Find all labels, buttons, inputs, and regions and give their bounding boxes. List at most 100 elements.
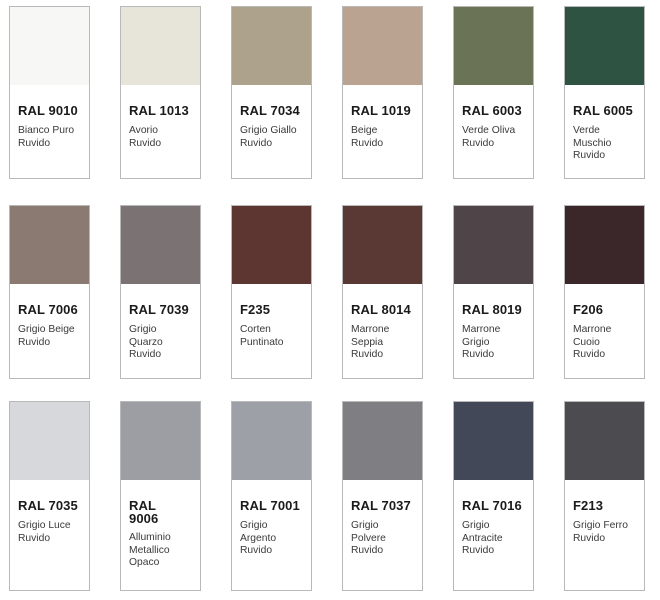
color-card[interactable]: RAL 9010 Bianco Puro Ruvido	[9, 6, 90, 179]
color-code: RAL 8014	[351, 302, 411, 317]
color-name: Grigio Giallo Ruvido	[240, 125, 312, 150]
color-card[interactable]: RAL 7006 Grigio Beige Ruvido	[9, 205, 90, 379]
color-name: Grigio Luce Ruvido	[18, 520, 90, 545]
color-code: RAL 7001	[240, 498, 300, 513]
color-swatch	[10, 206, 89, 284]
color-name: Marrone Seppia Ruvido	[351, 324, 423, 362]
color-name-line: Cuoio	[573, 336, 600, 348]
color-swatch	[10, 7, 89, 85]
color-swatch	[121, 7, 200, 85]
color-card[interactable]: RAL 1013 Avorio Ruvido	[120, 6, 201, 179]
color-card[interactable]: F235 Corten Puntinato	[231, 205, 312, 379]
color-name: Beige Ruvido	[351, 125, 423, 150]
color-name-line: Ruvido	[18, 137, 51, 149]
color-code: RAL 7034	[240, 103, 300, 118]
color-code: F206	[573, 302, 604, 317]
color-card[interactable]: RAL 7034 Grigio Giallo Ruvido	[231, 6, 312, 179]
color-name: Marrone Grigio Ruvido	[462, 324, 534, 362]
color-name-line: Bianco Puro	[18, 125, 75, 136]
color-name: Grigio Ferro Ruvido	[573, 520, 645, 545]
color-name-line: Muschio	[573, 137, 612, 149]
color-code: RAL 9010	[18, 103, 78, 118]
color-name-line: Metallico	[129, 544, 170, 556]
color-code: RAL 7035	[18, 498, 78, 513]
color-name-line: Opaco	[129, 557, 160, 568]
color-name: Grigio Argento Ruvido	[240, 520, 312, 558]
color-name-line: Grigio	[240, 520, 268, 531]
color-code: RAL 6005	[573, 103, 633, 118]
color-card[interactable]: F213 Grigio Ferro Ruvido	[564, 401, 645, 591]
color-name: Alluminio Metallico Opaco	[129, 532, 201, 570]
color-code: RAL 6003	[462, 103, 522, 118]
color-name: Grigio Beige Ruvido	[18, 324, 90, 349]
color-card[interactable]: F206 Marrone Cuoio Ruvido	[564, 205, 645, 379]
color-name-line: Puntinato	[240, 336, 284, 348]
color-swatch	[232, 206, 311, 284]
color-name-line: Ruvido	[462, 545, 495, 556]
color-name-line: Beige	[351, 125, 378, 136]
color-swatch	[343, 402, 422, 480]
color-name-line: Argento	[240, 532, 277, 544]
color-swatch	[454, 7, 533, 85]
color-name: Avorio Ruvido	[129, 125, 201, 150]
color-name-line: Grigio	[351, 520, 379, 531]
color-card[interactable]: RAL 6005 Verde Muschio Ruvido	[564, 6, 645, 179]
color-swatch	[454, 402, 533, 480]
color-card[interactable]: RAL 6003 Verde Oliva Ruvido	[453, 6, 534, 179]
color-name: Corten Puntinato	[240, 324, 312, 349]
color-name-line: Ruvido	[129, 137, 162, 149]
color-swatch	[10, 402, 89, 480]
color-card[interactable]: RAL 7037 Grigio Polvere Ruvido	[342, 401, 423, 591]
color-name: Marrone Cuoio Ruvido	[573, 324, 645, 362]
color-code: RAL 9006	[129, 498, 159, 526]
color-swatch	[121, 206, 200, 284]
color-name-line: Marrone	[351, 324, 390, 335]
color-name-line: Ruvido	[240, 137, 273, 149]
color-code: RAL 7039	[129, 302, 189, 317]
color-card[interactable]: RAL 7039 Grigio Quarzo Ruvido	[120, 205, 201, 379]
color-swatch	[121, 402, 200, 480]
color-name-line: Alluminio	[129, 532, 171, 543]
color-name: Grigio Quarzo Ruvido	[129, 324, 201, 362]
color-code: F235	[240, 302, 271, 317]
color-card[interactable]: RAL 7001 Grigio Argento Ruvido	[231, 401, 312, 591]
color-name-line: Ruvido	[462, 349, 495, 360]
color-name-line: Corten	[240, 324, 271, 335]
color-name: Verde Oliva Ruvido	[462, 125, 534, 150]
color-name-line: Ruvido	[18, 532, 51, 544]
color-name-line: Grigio Beige	[18, 324, 75, 335]
color-name-line: Marrone	[573, 324, 612, 335]
color-card[interactable]: RAL 1019 Beige Ruvido	[342, 6, 423, 179]
color-name-line: Quarzo	[129, 336, 163, 348]
color-swatch	[565, 402, 644, 480]
color-name-line: Marrone	[462, 324, 501, 335]
color-code: F213	[573, 498, 604, 513]
color-name-line: Grigio	[129, 324, 157, 335]
color-name-line: Grigio	[462, 336, 490, 348]
color-name: Grigio Polvere Ruvido	[351, 520, 423, 558]
color-name-line: Seppia	[351, 336, 384, 348]
color-code: RAL 7016	[462, 498, 522, 513]
color-name: Bianco Puro Ruvido	[18, 125, 90, 150]
color-swatch	[454, 206, 533, 284]
color-name-line: Verde	[573, 125, 600, 136]
color-card[interactable]: RAL 7016 Grigio Antracite Ruvido	[453, 401, 534, 591]
color-swatch	[565, 7, 644, 85]
color-card[interactable]: RAL 8019 Marrone Grigio Ruvido	[453, 205, 534, 379]
color-card[interactable]: RAL 9006 Alluminio Metallico Opaco	[120, 401, 201, 591]
color-name: Verde Muschio Ruvido	[573, 125, 645, 163]
color-card[interactable]: RAL 8014 Marrone Seppia Ruvido	[342, 205, 423, 379]
color-swatch	[232, 7, 311, 85]
color-code: RAL 7037	[351, 498, 411, 513]
color-swatch	[343, 206, 422, 284]
color-card[interactable]: RAL 7035 Grigio Luce Ruvido	[9, 401, 90, 591]
color-swatch	[343, 7, 422, 85]
color-code: RAL 8019	[462, 302, 522, 317]
color-name-line: Ruvido	[462, 137, 495, 149]
color-name-line: Ruvido	[351, 545, 384, 556]
color-name-line: Grigio Giallo	[240, 125, 297, 136]
color-code: RAL 1019	[351, 103, 411, 118]
color-name-line: Avorio	[129, 125, 159, 136]
color-name-line: Ruvido	[351, 137, 384, 149]
color-name-line: Ruvido	[573, 532, 606, 544]
